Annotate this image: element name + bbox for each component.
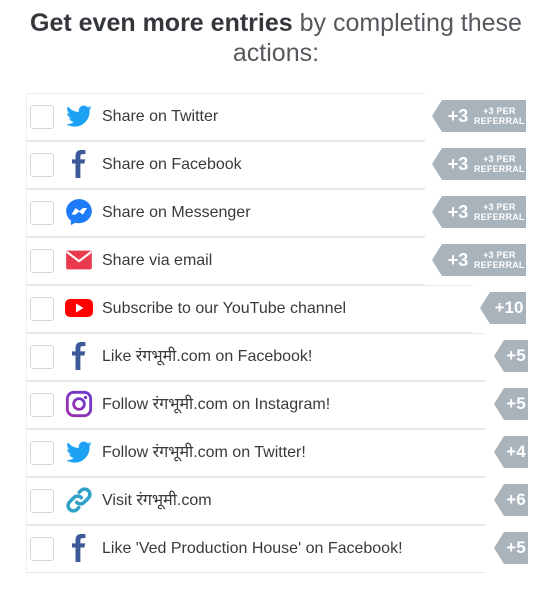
action-label: Follow रंगभूमी.com on Instagram! xyxy=(102,396,331,413)
referral-note: +3 PER REFERRAL xyxy=(474,106,525,126)
heading-line2: actions: xyxy=(232,39,320,67)
action-row[interactable]: Share on Messenger xyxy=(26,189,425,237)
link-icon xyxy=(65,486,93,514)
points-value: +10 xyxy=(494,298,524,317)
action-label: Share on Messenger xyxy=(102,204,251,221)
points-badge: +3 +3 PER REFERRAL xyxy=(432,148,526,180)
action-row[interactable]: Like रंगभूमी.com on Facebook! xyxy=(26,333,485,381)
referral-note: +3 PER REFERRAL xyxy=(474,202,525,222)
points-badge: +5 xyxy=(494,388,528,420)
action-checkbox[interactable] xyxy=(30,489,54,513)
facebook-icon xyxy=(65,534,93,562)
email-icon xyxy=(65,246,93,274)
points-value: +3 xyxy=(447,153,469,174)
points-badge: +10 xyxy=(480,292,526,324)
action-checkbox[interactable] xyxy=(30,201,54,225)
points-value: +3 xyxy=(447,201,469,222)
points-badge: +6 xyxy=(494,484,528,516)
action-checkbox[interactable] xyxy=(30,297,54,321)
action-row[interactable]: Visit रंगभूमी.com xyxy=(26,477,485,525)
action-label: Share via email xyxy=(102,252,213,269)
action-label: Like रंगभूमी.com on Facebook! xyxy=(102,348,313,365)
points-badge: +3 +3 PER REFERRAL xyxy=(432,196,526,228)
action-label: Subscribe to our YouTube channel xyxy=(102,300,347,317)
action-label: Visit रंगभूमी.com xyxy=(102,492,212,509)
points-value: +3 xyxy=(447,249,469,270)
points-value: +6 xyxy=(506,490,526,509)
action-row[interactable]: Share via email xyxy=(26,237,425,285)
points-value: +3 xyxy=(447,105,469,126)
action-label: Like 'Ved Production House' on Facebook! xyxy=(102,540,403,557)
action-row[interactable]: Like 'Ved Production House' on Facebook! xyxy=(26,525,485,573)
points-value: +5 xyxy=(506,538,526,557)
action-label: Share on Facebook xyxy=(102,156,242,173)
instagram-icon xyxy=(65,390,93,418)
action-checkbox[interactable] xyxy=(30,105,54,129)
youtube-icon xyxy=(65,294,93,322)
action-checkbox[interactable] xyxy=(30,537,54,561)
action-label: Follow रंगभूमी.com on Twitter! xyxy=(102,444,306,461)
points-value: +4 xyxy=(506,442,526,461)
action-checkbox[interactable] xyxy=(30,441,54,465)
twitter-icon xyxy=(65,102,93,130)
points-badge: +5 xyxy=(494,532,528,564)
action-row[interactable]: Follow रंगभूमी.com on Twitter! xyxy=(26,429,485,477)
messenger-icon xyxy=(65,198,93,226)
points-badge: +3 +3 PER REFERRAL xyxy=(432,244,526,276)
heading-rest: by completing these xyxy=(292,9,522,37)
action-row[interactable]: Share on Facebook xyxy=(26,141,425,189)
points-badge: +5 xyxy=(494,340,528,372)
points-value: +5 xyxy=(506,394,526,413)
twitter-icon xyxy=(65,438,93,466)
heading-bold: Get even more entries xyxy=(30,9,293,37)
action-row[interactable]: Share on Twitter xyxy=(26,93,425,141)
facebook-icon xyxy=(65,150,93,178)
action-checkbox[interactable] xyxy=(30,249,54,273)
action-row[interactable]: Subscribe to our YouTube channel xyxy=(26,285,473,333)
referral-note: +3 PER REFERRAL xyxy=(474,154,525,174)
action-checkbox[interactable] xyxy=(30,345,54,369)
points-badge: +4 xyxy=(494,436,528,468)
page-heading: Get even more entries by completing thes… xyxy=(0,8,552,68)
facebook-icon xyxy=(65,342,93,370)
points-value: +5 xyxy=(506,346,526,365)
actions-list: Share on Twitter +3 +3 PER REFERRAL Share on… xyxy=(26,93,530,573)
referral-note: +3 PER REFERRAL xyxy=(474,250,525,270)
action-checkbox[interactable] xyxy=(30,153,54,177)
points-badge: +3 +3 PER REFERRAL xyxy=(432,100,526,132)
action-checkbox[interactable] xyxy=(30,393,54,417)
action-row[interactable]: Follow रंगभूमी.com on Instagram! xyxy=(26,381,485,429)
action-label: Share on Twitter xyxy=(102,108,219,125)
